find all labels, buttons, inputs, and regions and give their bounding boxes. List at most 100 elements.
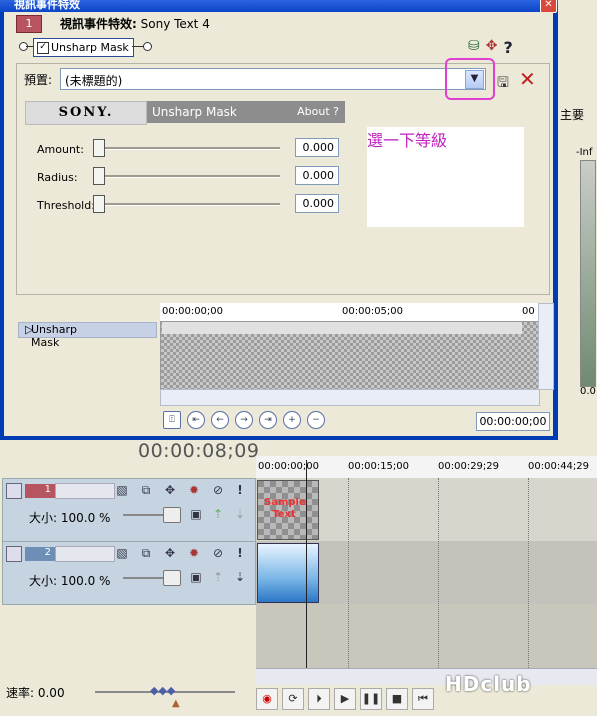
mute-icon[interactable]: ⊘ <box>211 483 225 497</box>
amount-label: Amount: <box>37 143 84 156</box>
radius-slider[interactable] <box>100 175 280 178</box>
threshold-slider-thumb[interactable] <box>93 195 105 213</box>
plugin-enable-checkbox[interactable]: ✓ <box>37 41 49 54</box>
next-keyframe-icon[interactable]: → <box>235 411 253 429</box>
sony-logo: SONY. <box>25 101 147 125</box>
first-keyframe-icon[interactable]: ⇤ <box>187 411 205 429</box>
track-name-field[interactable] <box>55 483 115 499</box>
meter-bottom-label: 0.0 <box>580 386 596 397</box>
keyframe-ruler-label: 00 <box>522 306 535 317</box>
play-icon[interactable]: ▶ <box>334 688 356 710</box>
previous-keyframe-icon[interactable]: ← <box>211 411 229 429</box>
video-clip-text[interactable]: Sample Text <box>257 480 319 540</box>
fx-icon[interactable]: ✹ <box>187 546 201 560</box>
track-expand-icon[interactable] <box>6 546 22 562</box>
motion-icon[interactable]: ✥ <box>163 546 177 560</box>
amount-slider[interactable] <box>100 147 280 150</box>
track-number: 1 <box>25 484 55 498</box>
keyframe-track-label: ▷ Unsharp Mask <box>25 323 77 349</box>
compositing-mode-icon[interactable]: ▣ <box>189 570 203 584</box>
track-size-label: 大小: 100.0 % <box>29 511 111 525</box>
clip-preview-text: Sample Text <box>264 497 306 520</box>
motion-icon[interactable]: ✥ <box>163 483 177 497</box>
plugin-chain-item[interactable]: ✓ Unsharp Mask <box>33 38 134 57</box>
fx-icon[interactable]: ✹ <box>187 483 201 497</box>
help-icon[interactable]: ? <box>503 38 512 57</box>
main-label: 主要 <box>560 108 585 122</box>
chain-number-badge: 1 <box>16 15 42 33</box>
child-icon[interactable]: ⇣ <box>233 507 247 521</box>
record-icon[interactable]: ◉ <box>256 688 278 710</box>
timeline-ruler[interactable]: 00:00:00;00 00:00:15;00 00:00:29;29 00:0… <box>256 456 597 479</box>
composite-icon[interactable]: ▧ <box>115 546 129 560</box>
timeline-scrollbar[interactable] <box>256 668 597 685</box>
preset-value: (未標題的) <box>65 74 123 88</box>
amount-slider-thumb[interactable] <box>93 139 105 157</box>
keyframe-ruler[interactable]: 00:00:00;00 00:00:05;00 00 <box>160 303 538 322</box>
rate-slider-thumb-icon[interactable]: ◆◆◆ <box>150 684 175 697</box>
track-name-field[interactable] <box>55 546 115 562</box>
delete-preset-icon[interactable]: ✕ <box>519 67 536 91</box>
meter-top-label: -Inf <box>576 147 593 158</box>
video-fx-dialog: 視訊事件特效 ✕ 1 視訊事件特效: Sony Text 4 ✓ Unsharp… <box>0 0 558 440</box>
preset-dropdown[interactable]: (未標題的) <box>60 68 486 90</box>
watermark-logo: HDclub <box>445 672 532 696</box>
dialog-titlebar[interactable]: 視訊事件特效 ✕ <box>0 0 558 13</box>
track-level-thumb[interactable] <box>163 507 181 523</box>
last-keyframe-icon[interactable]: ⇥ <box>259 411 277 429</box>
previous-frame-icon[interactable]: ⏮ <box>412 688 434 710</box>
keyframe-time-field[interactable]: 00:00:00;00 <box>476 412 550 431</box>
keyframe-controls: ⍐ ⇤ ← → ⇥ + − <box>163 411 325 429</box>
sync-cursor-icon[interactable]: ⍐ <box>163 411 181 429</box>
track-header-1[interactable]: 1 ▧ ⧉ ✥ ✹ ⊘ ! 大小: 100.0 % ▣ ⇡ ⇣ <box>2 478 256 542</box>
amount-field[interactable]: 0.000 <box>295 138 339 157</box>
grid-line <box>348 478 349 668</box>
video-clip-gradient[interactable] <box>257 543 319 603</box>
radius-slider-thumb[interactable] <box>93 167 105 185</box>
track-header-2[interactable]: 2 ▧ ⧉ ✥ ✹ ⊘ ! 大小: 100.0 % ▣ ⇡ ⇣ <box>2 541 256 605</box>
about-link[interactable]: About ? <box>297 101 339 123</box>
preset-label: 預置: <box>24 73 53 87</box>
timeline-time-display: 00:00:08;09 <box>138 440 260 462</box>
compositing-mode-icon[interactable]: ▣ <box>189 507 203 521</box>
annotation-box: 選一下等級 <box>367 127 524 227</box>
mute-icon[interactable]: ⊘ <box>211 546 225 560</box>
remove-plugin-icon[interactable]: ✥ <box>486 38 498 57</box>
threshold-slider[interactable] <box>100 203 280 206</box>
pan-crop-icon[interactable]: ⧉ <box>139 546 153 560</box>
track-expand-icon[interactable] <box>6 483 22 499</box>
radius-field[interactable]: 0.000 <box>295 166 339 185</box>
playhead-cursor[interactable] <box>306 460 307 670</box>
loop-icon[interactable]: ⟳ <box>282 688 304 710</box>
dialog-title: 視訊事件特效 <box>14 0 80 11</box>
chain-toolbar: ⛁ ✥ ? <box>468 38 513 57</box>
threshold-field[interactable]: 0.000 <box>295 194 339 213</box>
add-keyframe-icon[interactable]: + <box>283 411 301 429</box>
keyframe-track-row[interactable]: ▷ Unsharp Mask <box>18 322 157 349</box>
ruler-tick-label: 00:00:00;00 <box>258 461 320 472</box>
audio-level-meter <box>580 160 596 387</box>
annotation-highlight <box>445 58 495 100</box>
threshold-label: Threshold: <box>37 199 95 212</box>
ruler-tick-label: 00:00:15;00 <box>348 461 410 472</box>
parent-icon[interactable]: ⇡ <box>211 507 225 521</box>
save-preset-icon[interactable]: 🖫 <box>497 72 509 96</box>
solo-icon[interactable]: ! <box>233 483 247 497</box>
keyframe-vertical-scrollbar[interactable] <box>538 303 554 390</box>
parent-icon[interactable]: ⇡ <box>211 570 225 584</box>
keyframe-selection-bar[interactable] <box>162 322 522 334</box>
composite-icon[interactable]: ▧ <box>115 483 129 497</box>
keyframe-ruler-label: 00:00:00;00 <box>162 306 224 317</box>
keyframe-horizontal-scrollbar[interactable] <box>160 389 540 406</box>
grid-line <box>438 478 439 668</box>
pan-crop-icon[interactable]: ⧉ <box>139 483 153 497</box>
track-level-thumb[interactable] <box>163 570 181 586</box>
play-from-start-icon[interactable]: ⏵ <box>308 688 330 710</box>
delete-keyframe-icon[interactable]: − <box>307 411 325 429</box>
pause-icon[interactable]: ❚❚ <box>360 688 382 710</box>
child-icon[interactable]: ⇣ <box>233 570 247 584</box>
plugin-chooser-icon[interactable]: ⛁ <box>468 38 480 57</box>
keyframe-ruler-label: 00:00:05;00 <box>342 306 404 317</box>
stop-icon[interactable]: ■ <box>386 688 408 710</box>
solo-icon[interactable]: ! <box>233 546 247 560</box>
